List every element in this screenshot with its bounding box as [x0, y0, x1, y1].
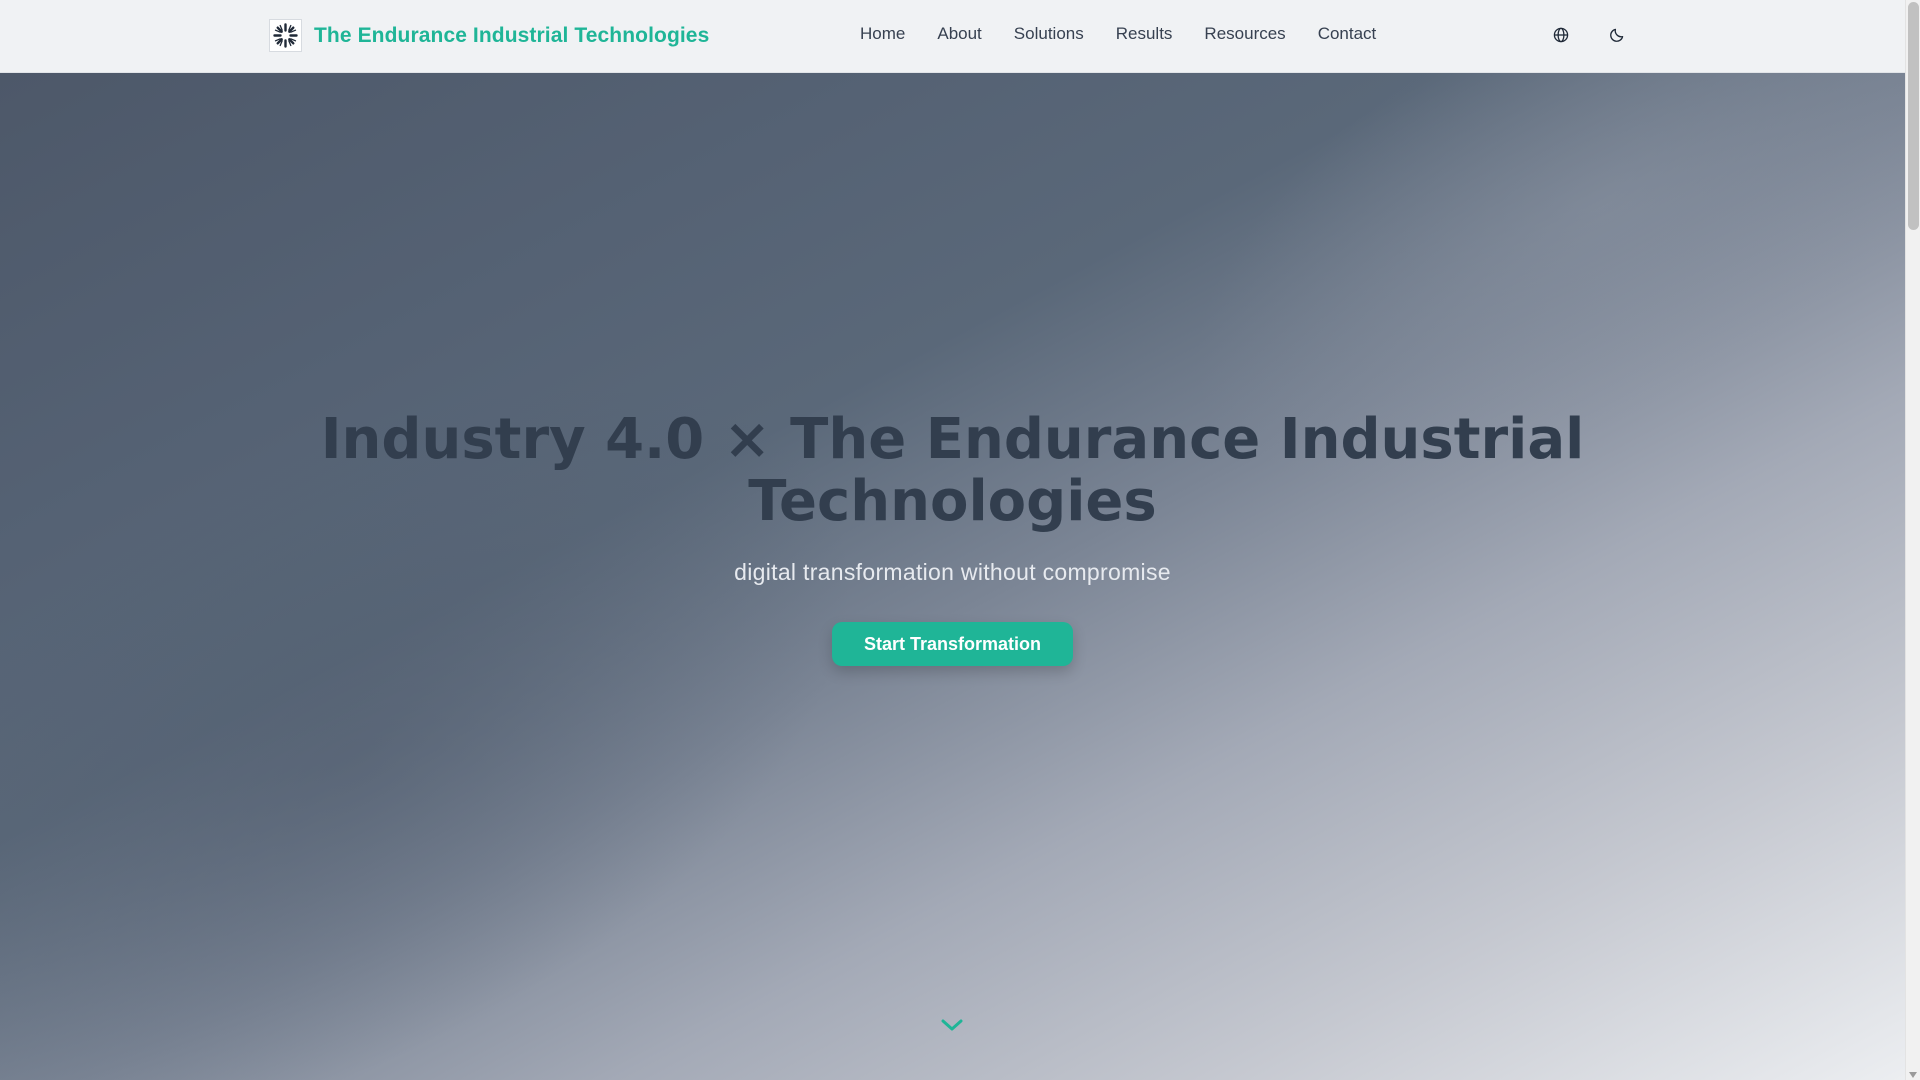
- brand-name: The Endurance Industrial Technologies: [314, 23, 710, 47]
- theme-toggle-button[interactable]: [1603, 22, 1631, 50]
- hero-subtitle: digital transformation without compromis…: [734, 559, 1171, 585]
- main-nav: Home About Solutions Results Resources C…: [860, 24, 1376, 44]
- chevron-down-icon: [941, 1018, 963, 1037]
- page: The Endurance Industrial Technologies Ho…: [0, 0, 1905, 1080]
- nav-about[interactable]: About: [937, 24, 981, 44]
- snowflake-burst-icon: [269, 19, 302, 52]
- hero-title-line-1: Industry 4.0 × The Endurance Industrial: [320, 407, 1585, 472]
- moon-icon: [1609, 27, 1625, 46]
- globe-icon: [1553, 27, 1569, 46]
- nav-solutions[interactable]: Solutions: [1014, 24, 1084, 44]
- nav-home[interactable]: Home: [860, 24, 905, 44]
- hero-section: Industry 4.0 × The Endurance Industrial …: [0, 73, 1905, 1080]
- scroll-down-arrow-icon[interactable]: [1909, 1072, 1917, 1078]
- start-transformation-button[interactable]: Start Transformation: [832, 622, 1073, 666]
- scrollbar-thumb[interactable]: [1908, 2, 1919, 230]
- nav-contact[interactable]: Contact: [1318, 24, 1377, 44]
- nav-results[interactable]: Results: [1116, 24, 1173, 44]
- nav-resources[interactable]: Resources: [1204, 24, 1285, 44]
- brand-link[interactable]: The Endurance Industrial Technologies: [269, 19, 709, 52]
- scroll-down-button[interactable]: [940, 1015, 964, 1039]
- page-scrollbar[interactable]: [1905, 0, 1920, 1080]
- language-button[interactable]: [1547, 22, 1575, 50]
- hero-title: Industry 4.0 × The Endurance Industrial …: [0, 409, 1905, 533]
- hero-title-line-2: Technologies: [748, 469, 1157, 534]
- site-header: The Endurance Industrial Technologies Ho…: [0, 0, 1905, 73]
